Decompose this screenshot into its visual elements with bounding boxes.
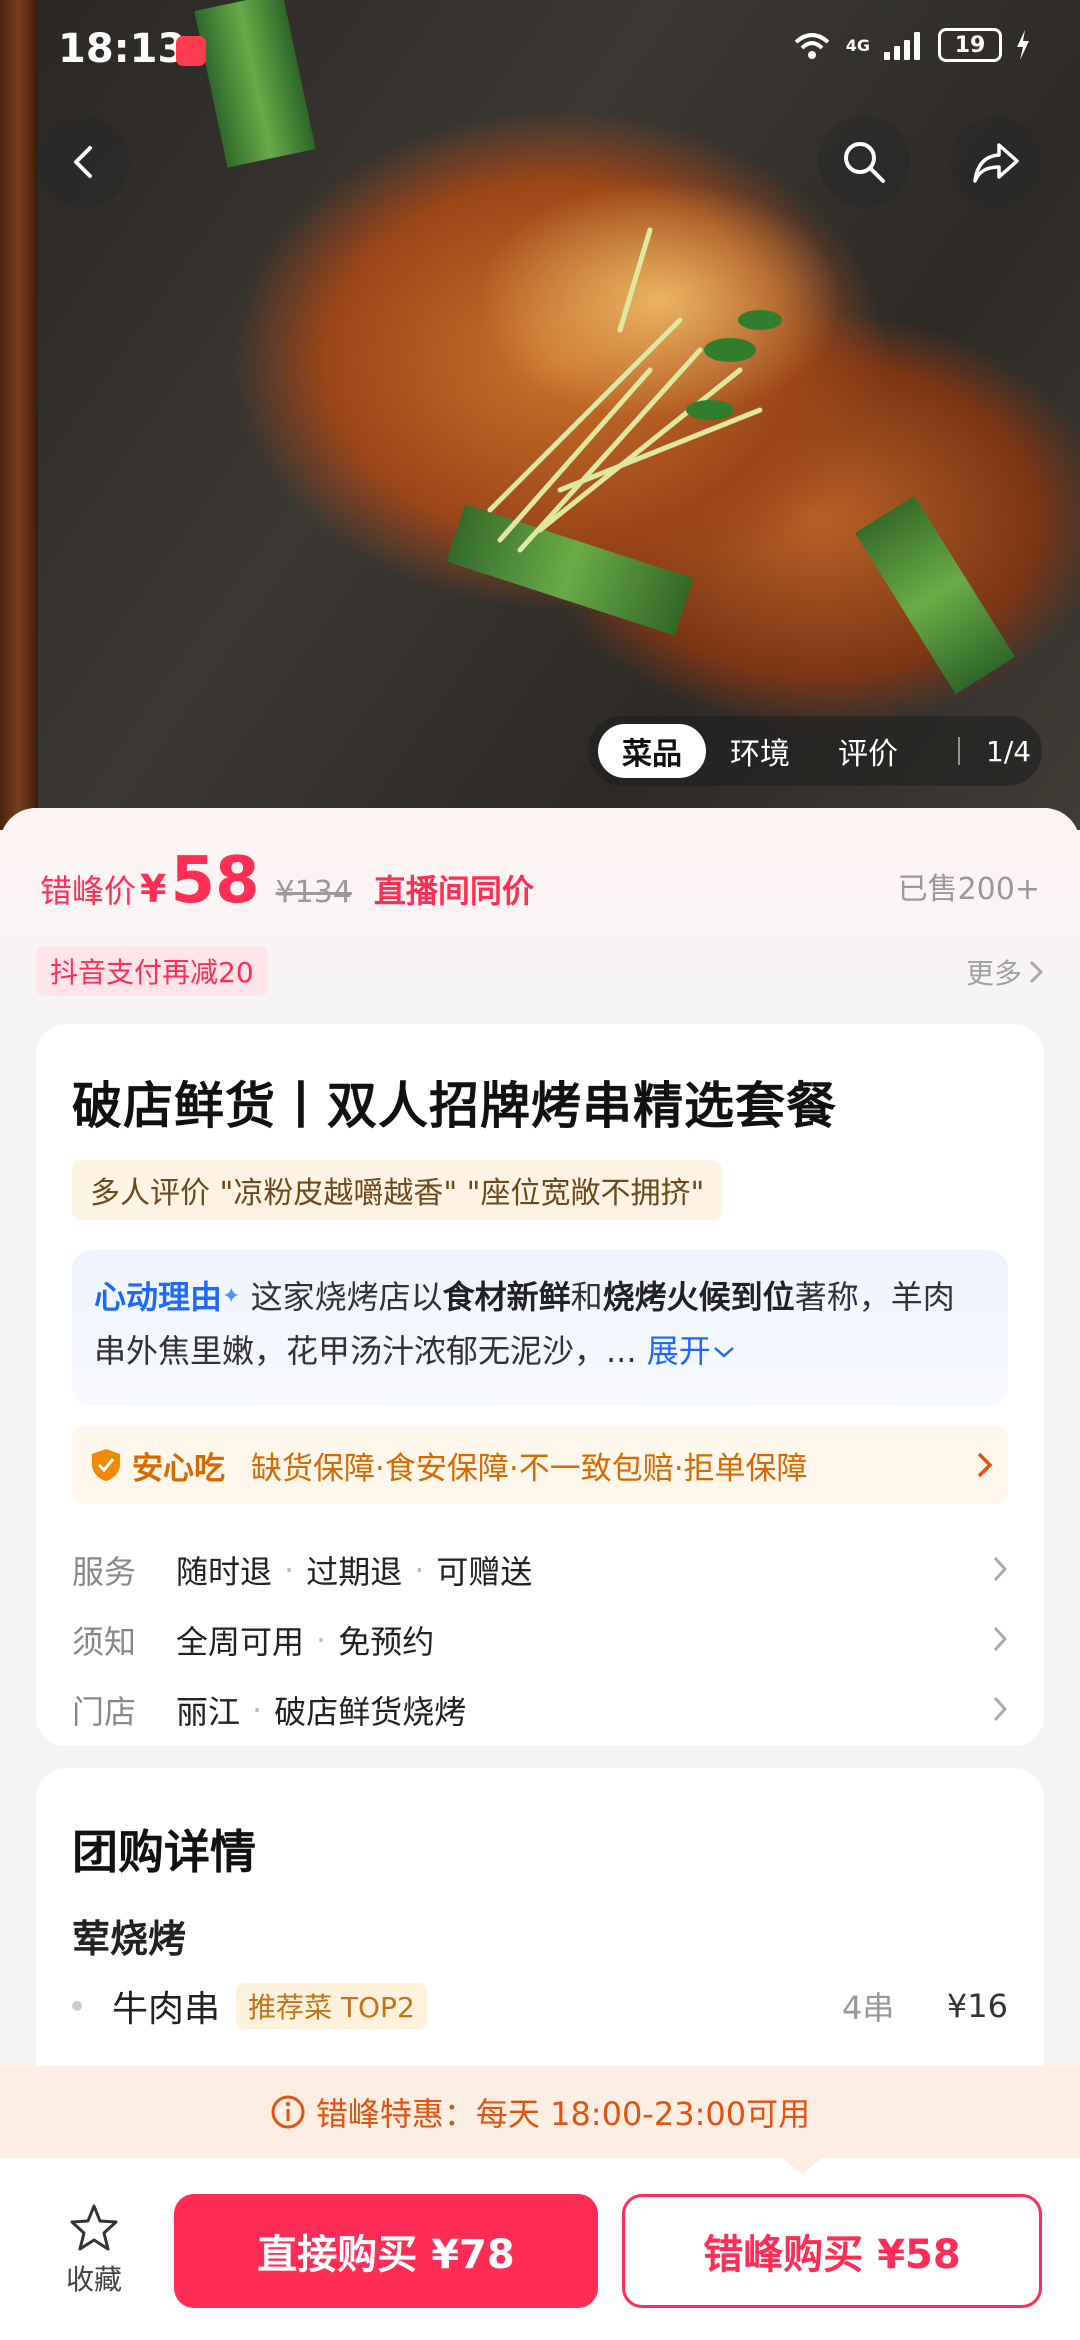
chevron-down-icon <box>713 1347 734 1358</box>
gallery-tab-reviews[interactable]: 评价 <box>814 724 922 778</box>
reason-title: 心动理由 <box>94 1278 223 1316</box>
info-row-store[interactable]: 门店 丽江 · 破店鲜货烧烤 <box>72 1680 1008 1740</box>
content-sheet: 错峰价 ¥ 58 ¥134 直播间同价 已售200+ 抖音支付再减20 更多 破… <box>0 808 1080 2168</box>
info-value: 全周可用 <box>176 1623 305 1661</box>
chevron-right-icon <box>1029 960 1044 984</box>
recommend-tag: 推荐菜 TOP2 <box>236 1983 427 2029</box>
bottom-action-bar: 收藏 直接购买 ¥78 错峰购买 ¥58 <box>0 2158 1080 2340</box>
gallery-tab-bar: 菜品 环境 评价 1/4 <box>588 716 1042 786</box>
price-currency: ¥ <box>140 867 167 911</box>
shield-check-icon <box>92 1449 120 1481</box>
reason-bold-2: 烧烤火候到位 <box>602 1278 795 1316</box>
search-button[interactable] <box>818 116 910 208</box>
reason-text-1: 这家烧烤店以 <box>240 1278 443 1316</box>
separator-dot: · <box>414 1551 425 1589</box>
details-title: 团购详情 <box>72 1825 256 1879</box>
info-row-service[interactable]: 服务 随时退 · 过期退 · 可赠送 <box>72 1540 1008 1600</box>
info-value: 可赠送 <box>436 1553 533 1591</box>
separator-dot: · <box>252 1691 263 1729</box>
original-price: ¥134 <box>275 875 352 910</box>
info-icon <box>271 2095 305 2129</box>
safety-items: 缺货保障·食安保障·不一致包赔·拒单保障 <box>251 1450 808 1487</box>
separator-dot: · <box>316 1621 327 1659</box>
item-name: 牛肉串 <box>112 1989 221 2030</box>
info-value: 过期退 <box>306 1553 403 1591</box>
more-label: 更多 <box>965 957 1022 990</box>
gallery-tab-environment[interactable]: 环境 <box>706 724 814 778</box>
divider <box>958 737 960 765</box>
hero-food-photo[interactable]: 18:13 4G 19 菜品 环境 评价 1/4 <box>0 0 1080 830</box>
info-key: 须知 <box>72 1623 137 1661</box>
share-button[interactable] <box>950 116 1042 208</box>
back-button[interactable] <box>38 116 130 208</box>
price-label: 错峰价 <box>40 872 137 910</box>
gallery-counter: 1/4 <box>986 734 1032 768</box>
info-value: 免预约 <box>338 1623 435 1661</box>
info-key: 门店 <box>72 1693 137 1731</box>
buy-now-button[interactable]: 直接购买 ¥78 <box>174 2194 598 2308</box>
gallery-tab-dishes[interactable]: 菜品 <box>598 724 706 778</box>
expand-label: 展开 <box>646 1332 711 1370</box>
item-price: ¥16 <box>946 1987 1008 2025</box>
price-row: 错峰价 ¥ 58 ¥134 直播间同价 <box>40 844 534 918</box>
favorite-label: 收藏 <box>65 2263 122 2296</box>
signal-icon <box>884 30 924 60</box>
banana-leaf <box>854 495 1016 695</box>
share-icon <box>973 143 1019 183</box>
search-icon <box>844 142 885 183</box>
coupon-badge[interactable]: 抖音支付再减20 <box>36 946 268 996</box>
chevron-left-icon <box>74 146 92 178</box>
bullet <box>72 2001 82 2011</box>
live-price-note: 直播间同价 <box>373 872 534 910</box>
offpeak-banner: 错峰特惠：每天 18:00-23:00可用 <box>0 2066 1080 2158</box>
category-title: 荤烧烤 <box>72 1917 187 1961</box>
favorite-button[interactable]: 收藏 <box>58 2202 130 2298</box>
deal-info-card: 破店鲜货丨双人招牌烤串精选套餐 多人评价 "凉粉皮越嚼越香" "座位宽敞不拥挤"… <box>36 1024 1044 1746</box>
star-icon <box>70 2204 118 2251</box>
status-time: 18:13 <box>58 26 186 72</box>
sold-count: 已售200+ <box>897 872 1040 907</box>
chevron-right-icon <box>993 1696 1008 1722</box>
chevron-right-icon <box>977 1452 993 1478</box>
deal-title: 破店鲜货丨双人招牌烤串精选套餐 <box>72 1077 837 1135</box>
wifi-icon <box>794 33 830 59</box>
banner-pointer <box>780 2156 824 2174</box>
status-bar: 18:13 4G 19 <box>0 0 1080 100</box>
scallion-garnish <box>487 227 782 553</box>
notification-app-icon <box>176 36 206 66</box>
info-row-notice[interactable]: 须知 全周可用 · 免预约 <box>72 1610 1008 1670</box>
charging-icon <box>1017 30 1029 60</box>
battery-icon: 19 <box>938 28 1002 62</box>
offpeak-buy-button[interactable]: 错峰购买 ¥58 <box>622 2194 1042 2308</box>
price-section: 错峰价 ¥ 58 ¥134 直播间同价 已售200+ 抖音支付再减20 更多 <box>0 808 1080 1008</box>
highlight-reason-box[interactable]: 心动理由✦ 这家烧烤店以食材新鲜和烧烤火候到位著称，羊肉串外焦里嫩，花甲汤汁浓郁… <box>72 1250 1008 1406</box>
info-value: 丽江 <box>176 1693 241 1731</box>
safety-title: 安心吃 <box>132 1450 225 1487</box>
expand-link[interactable]: 展开 <box>647 1332 737 1370</box>
item-quantity: 4串 <box>842 1989 895 2027</box>
info-value: 随时退 <box>176 1553 273 1591</box>
chevron-right-icon <box>993 1556 1008 1582</box>
separator-dot: · <box>284 1551 295 1589</box>
food-safety-guarantee[interactable]: 安心吃 缺货保障·食安保障·不一致包赔·拒单保障 <box>72 1426 1008 1504</box>
chevron-right-icon <box>993 1626 1008 1652</box>
more-offers-link[interactable]: 更多 <box>966 952 1044 992</box>
review-highlight-tag: 多人评价 "凉粉皮越嚼越香" "座位宽敞不拥挤" <box>72 1160 723 1220</box>
wood-board <box>0 0 38 830</box>
offpeak-text: 错峰特惠：每天 18:00-23:00可用 <box>315 2095 811 2133</box>
network-type: 4G <box>845 35 870 55</box>
reason-text-2: 和 <box>570 1278 603 1316</box>
reason-bold-1: 食材新鲜 <box>442 1278 571 1316</box>
sparkle-icon: ✦ <box>222 1284 241 1309</box>
info-value: 破店鲜货烧烤 <box>274 1693 467 1731</box>
list-item[interactable]: 牛肉串 推荐菜 TOP2 4串 ¥16 <box>72 1976 1008 2036</box>
price-value: 58 <box>170 844 260 918</box>
info-key: 服务 <box>72 1553 137 1591</box>
